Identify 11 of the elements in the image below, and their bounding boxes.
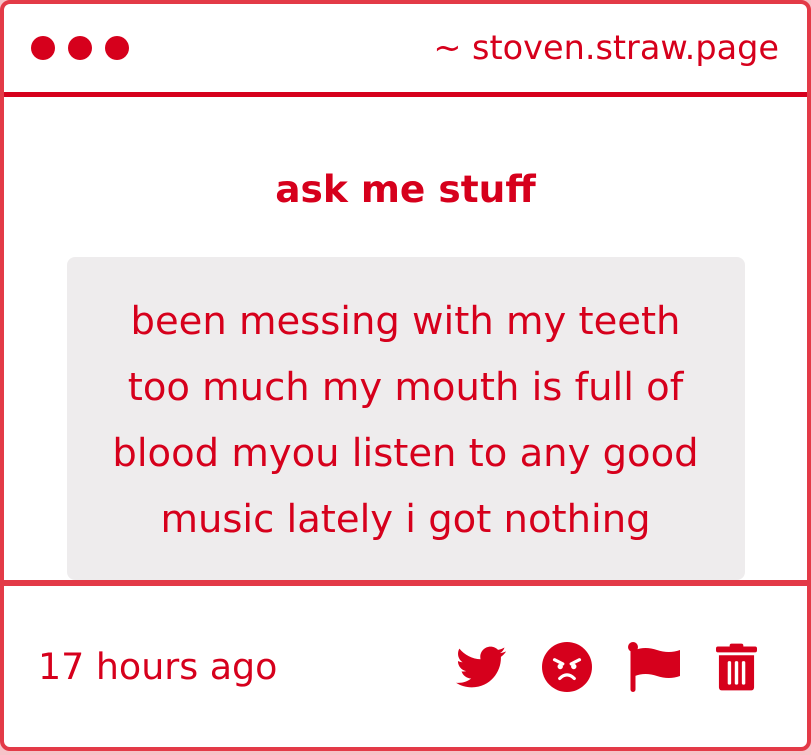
window-dot-icon — [105, 36, 129, 60]
question-text: been messing with my teeth too much my mouth is full of blood myou listen to any good music lately i got nothing — [111, 298, 700, 544]
address-text: ~ stoven.straw.page — [433, 28, 779, 68]
flag-icon[interactable] — [628, 642, 680, 692]
trash-icon[interactable] — [716, 642, 757, 690]
bird-icon[interactable] — [456, 646, 506, 688]
angry-face-icon[interactable] — [542, 642, 592, 692]
timestamp-text: 17 hours ago — [38, 646, 278, 688]
window-dot-icon — [68, 36, 92, 60]
window-dot-icon — [31, 36, 55, 60]
page-title: ask me stuff — [275, 167, 536, 211]
